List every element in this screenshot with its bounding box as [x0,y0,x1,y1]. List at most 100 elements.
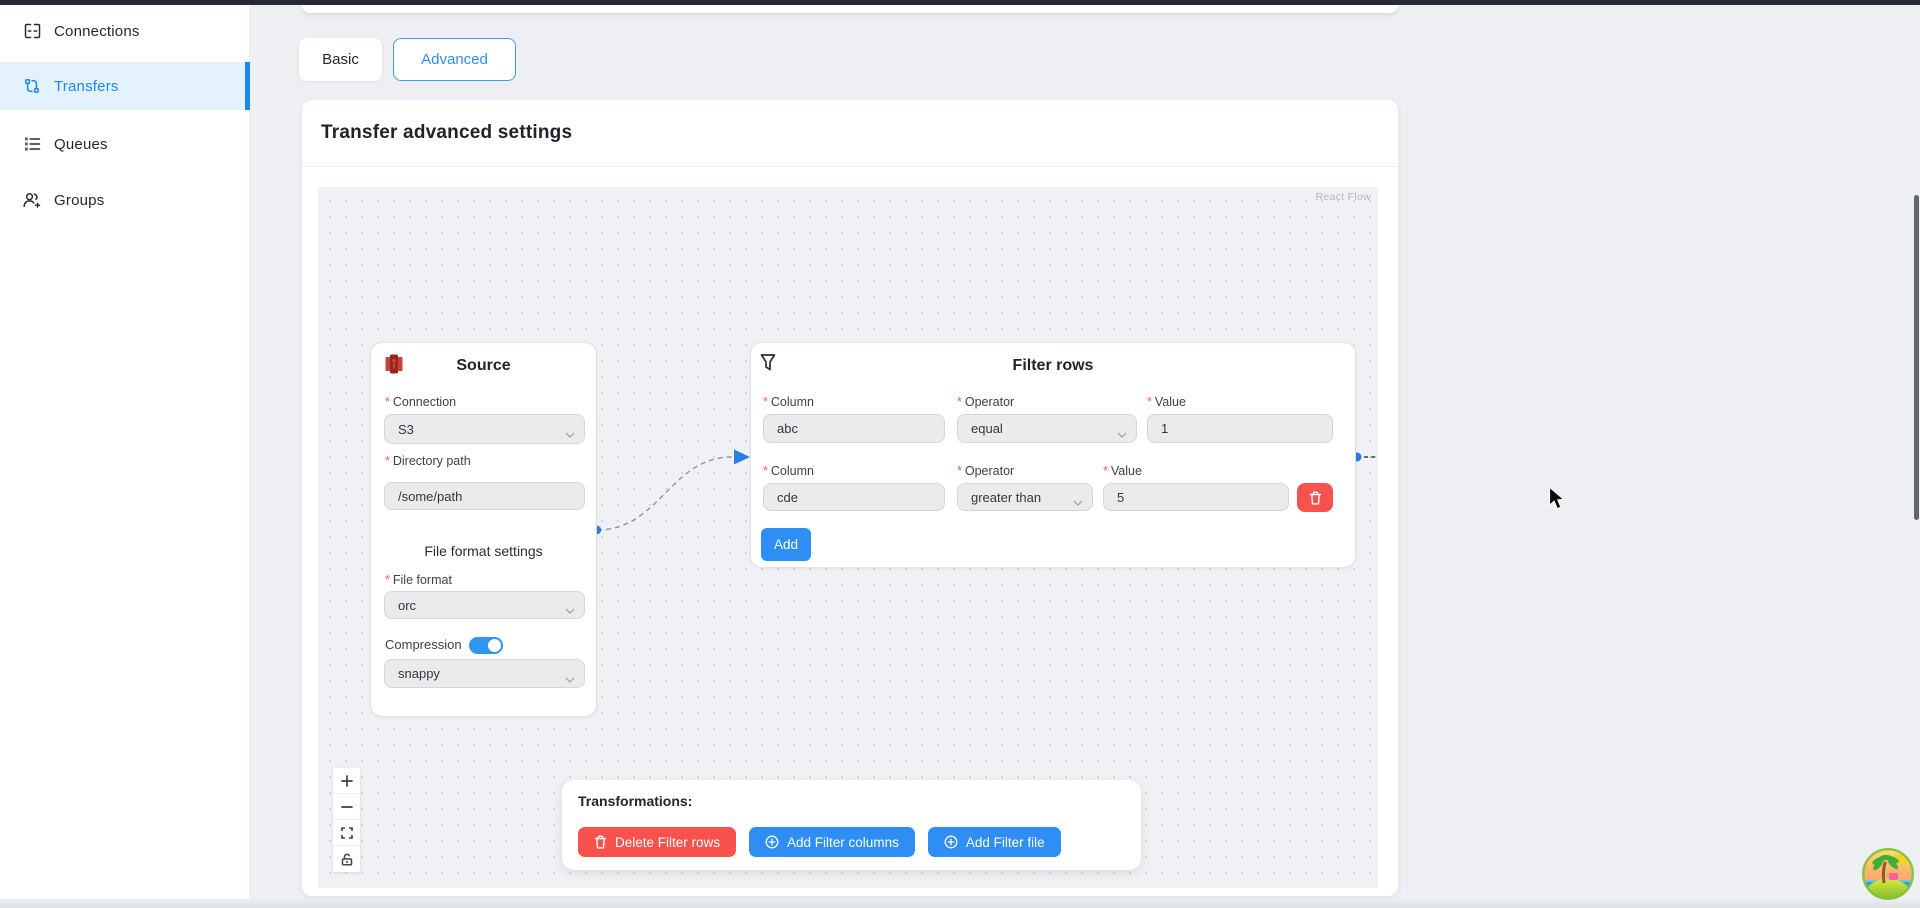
sidebar-item-label: Queues [54,136,108,153]
add-filter-columns-button[interactable]: Add Filter columns [749,827,915,857]
compression-label: Compression [385,637,462,652]
transfers-icon [23,78,41,94]
filter-value-input[interactable]: 5 [1103,483,1289,511]
compression-value: snappy [398,666,440,681]
groups-icon [23,192,41,208]
button-label: Add Filter columns [787,835,899,850]
file-format-section-title: File format settings [371,543,596,559]
bottom-edge-strip [0,899,1920,908]
node-title: Source [371,357,596,375]
required-marker: * [385,395,390,409]
sidebar-item-label: Connections [54,23,140,40]
delete-filter-row-button[interactable] [1297,483,1333,512]
required-marker: * [1103,464,1108,478]
node-title: Filter rows [751,357,1355,375]
plus-circle-icon [765,835,779,849]
directory-path-label: *Directory path [385,454,471,468]
plus-icon [341,775,353,787]
lock-interactivity-button[interactable] [333,846,360,872]
sidebar-item-connections[interactable]: Connections [0,13,250,49]
directory-path-value: /some/path [398,489,462,504]
sidebar-item-queues[interactable]: Queues [0,126,250,162]
operator-value: greater than [971,490,1041,505]
sidebar: Connections Transfers Queues [0,5,250,899]
trash-icon [1309,491,1322,505]
compression-toggle[interactable] [469,637,503,654]
react-flow-canvas[interactable]: React Flow Source *Connection [318,187,1378,888]
minus-icon [341,801,353,813]
zoom-out-button[interactable] [333,794,360,820]
delete-filter-rows-button[interactable]: Delete Filter rows [578,827,736,857]
required-marker: * [1147,395,1152,409]
zoom-in-button[interactable] [333,768,360,794]
filter-value-input[interactable]: 1 [1147,414,1333,443]
edge-source-to-filter[interactable] [597,457,732,530]
chevron-down-icon [1073,494,1083,509]
connection-select[interactable]: S3 [384,414,585,444]
operator-label: *Operator [957,464,1014,478]
required-marker: * [385,573,390,587]
transformations-title: Transformations: [578,793,1125,809]
add-filter-file-button[interactable]: Add Filter file [928,827,1061,857]
sidebar-item-label: Transfers [54,78,119,95]
react-flow-controls [333,768,360,872]
required-marker: * [385,454,390,468]
required-marker: * [957,464,962,478]
lock-open-icon [341,853,353,866]
chevron-down-icon [565,602,575,617]
mouse-cursor-icon [1548,486,1568,516]
plus-circle-icon [944,835,958,849]
sidebar-item-transfers[interactable]: Transfers [0,62,250,110]
filter-rows-node[interactable]: Filter rows *Column *Operator *Value abc… [750,342,1356,568]
vertical-scrollbar-thumb[interactable] [1914,195,1919,520]
value-value: 1 [1161,421,1168,436]
tab-advanced[interactable]: Advanced [393,38,516,81]
required-marker: * [957,395,962,409]
chevron-down-icon [565,671,575,686]
filter-column-input[interactable]: cde [763,483,945,511]
edge-arrowhead-icon [734,450,750,465]
transformations-panel: Transformations: Delete Filter rows Add … [562,780,1141,870]
queues-icon [23,136,41,152]
transfer-settings-card: Transfer advanced settings React Flow [302,100,1398,896]
active-item-indicator [245,62,250,110]
card-header: Transfer advanced settings [302,100,1398,167]
island-badge-icon[interactable] [1862,848,1914,900]
connection-label: *Connection [385,395,456,409]
button-label: Add Filter file [966,835,1045,850]
file-format-label: *File format [385,573,452,587]
filter-operator-select[interactable]: greater than [957,483,1093,511]
required-marker: * [763,464,768,478]
file-format-value: orc [398,598,416,613]
tab-basic[interactable]: Basic [299,38,382,81]
chevron-down-icon [1117,426,1127,441]
column-value: cde [777,490,798,505]
page-title: Transfer advanced settings [321,122,572,144]
filter-operator-select[interactable]: equal [957,414,1137,443]
trash-icon [594,835,607,849]
add-filter-row-button[interactable]: Add [761,528,811,561]
directory-path-input[interactable]: /some/path [384,482,585,510]
scrolled-card-bottom-edge [302,5,1398,13]
file-format-select[interactable]: orc [384,591,585,619]
fit-view-icon [341,827,353,839]
toggle-knob [488,639,501,652]
value-value: 5 [1117,490,1124,505]
column-label: *Column [763,395,814,409]
column-label: *Column [763,464,814,478]
filter-column-input[interactable]: abc [763,414,945,443]
button-label: Delete Filter rows [615,835,720,850]
operator-label: *Operator [957,395,1014,409]
sidebar-item-groups[interactable]: Groups [0,182,250,218]
connections-icon [23,23,41,39]
fit-view-button[interactable] [333,820,360,846]
column-value: abc [777,421,798,436]
operator-value: equal [971,421,1003,436]
compression-select[interactable]: snappy [384,659,585,688]
connection-value: S3 [398,422,414,437]
value-label: *Value [1147,395,1186,409]
sidebar-item-label: Groups [54,192,104,209]
chevron-down-icon [565,426,575,441]
source-node[interactable]: Source *Connection S3 *Directory path /s… [370,342,597,717]
value-label: *Value [1103,464,1142,478]
